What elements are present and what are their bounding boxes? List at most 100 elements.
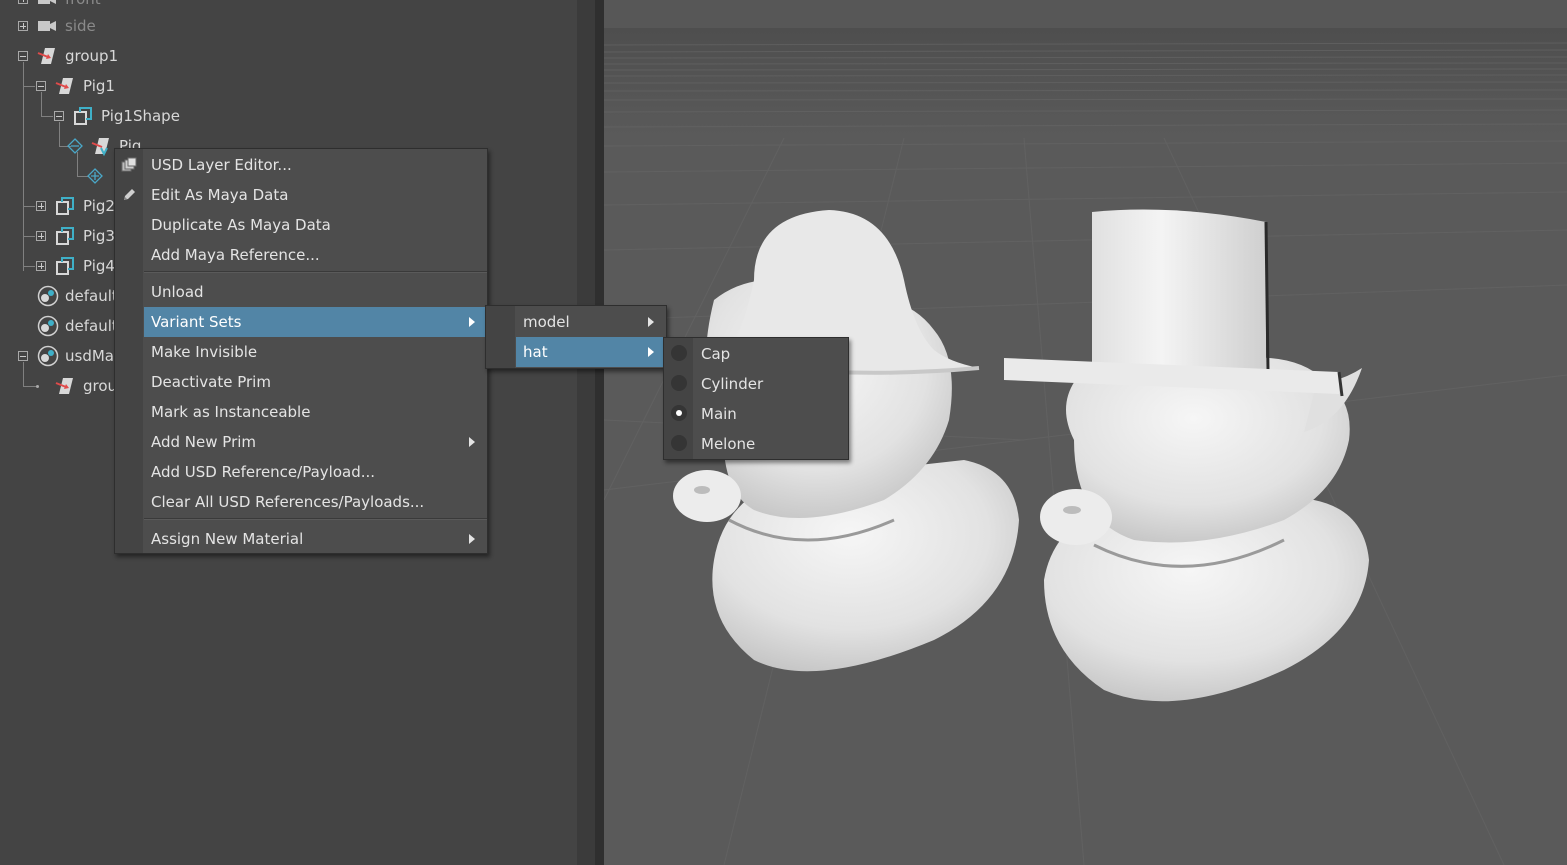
outliner-item-label: side: [65, 17, 96, 35]
usd-proxy-shape-icon: [56, 197, 74, 215]
submenu-arrow-icon: [469, 317, 475, 327]
menu-item-clear-all-usd-references[interactable]: Clear All USD References/Payloads...: [144, 487, 487, 517]
menu-item-variant-sets[interactable]: Variant Sets: [144, 307, 487, 337]
menu-icon-gutter: [115, 149, 143, 553]
variant-sets-submenu: model hat: [485, 305, 667, 369]
menu-item-label: Duplicate As Maya Data: [151, 216, 331, 234]
menu-item-label: Cap: [701, 345, 731, 363]
outliner-item-label: Pig2: [83, 197, 115, 215]
menu-item-label: Edit As Maya Data: [151, 186, 289, 204]
menu-item-deactivate-prim[interactable]: Deactivate Prim: [144, 367, 487, 397]
outliner-item-label: Pig3: [83, 227, 115, 245]
expand-icon[interactable]: [18, 0, 28, 4]
radio-selected-icon[interactable]: [671, 405, 687, 421]
radio-icon[interactable]: [671, 375, 687, 391]
collapse-icon[interactable]: [36, 81, 46, 91]
light-set-icon: [37, 285, 59, 307]
menu-item-assign-new-material[interactable]: Assign New Material: [144, 524, 487, 554]
outliner-item-side[interactable]: side: [0, 15, 200, 37]
panel-divider: [595, 0, 604, 865]
menu-item-label: USD Layer Editor...: [151, 156, 292, 174]
menu-icon-gutter: [486, 306, 515, 368]
menu-item-label: Variant Sets: [151, 313, 242, 331]
usd-transform-icon: [91, 138, 109, 156]
outliner-item-pig-child[interactable]: [0, 165, 120, 187]
outliner-item-label: Pig1: [83, 77, 115, 95]
usd-context-menu: USD Layer Editor... Edit As Maya Data Du…: [114, 148, 488, 554]
menu-item-label: Make Invisible: [151, 343, 258, 361]
layers-icon: [121, 157, 137, 172]
outliner-item-label: grou: [83, 377, 118, 395]
menu-item-hat-cylinder[interactable]: Cylinder: [694, 369, 848, 399]
submenu-arrow-icon: [469, 534, 475, 544]
outliner-item-label: default: [65, 287, 118, 305]
outliner-item-group1[interactable]: group1: [0, 45, 200, 67]
outliner-item-default-2[interactable]: default: [0, 315, 120, 337]
expand-icon[interactable]: [36, 231, 46, 241]
menu-item-hat-melone[interactable]: Melone: [694, 429, 848, 459]
menu-item-label: hat: [523, 343, 548, 361]
menu-item-add-maya-reference[interactable]: Add Maya Reference...: [144, 240, 487, 270]
menu-separator: [144, 271, 487, 273]
outliner-item-label: Pig4: [83, 257, 115, 275]
menu-item-edit-as-maya-data[interactable]: Edit As Maya Data: [144, 180, 487, 210]
menu-item-label: Add Maya Reference...: [151, 246, 320, 264]
menu-item-label: Main: [701, 405, 737, 423]
menu-separator: [144, 518, 487, 520]
radio-icon[interactable]: [671, 345, 687, 361]
collapse-icon[interactable]: [18, 51, 28, 61]
panel-splitter[interactable]: [577, 0, 595, 865]
menu-item-mark-as-instanceable[interactable]: Mark as Instanceable: [144, 397, 487, 427]
menu-item-label: Assign New Material: [151, 530, 304, 548]
menu-item-hat-cap[interactable]: Cap: [694, 339, 848, 369]
outliner-item-pig1shape[interactable]: Pig1Shape: [0, 105, 220, 127]
hat-variants-submenu: Cap Cylinder Main Melone: [663, 337, 849, 460]
expand-icon[interactable]: [36, 201, 46, 211]
menu-item-label: Add USD Reference/Payload...: [151, 463, 376, 481]
outliner-item-pig1[interactable]: Pig1: [0, 75, 200, 97]
diamond-expander-icon[interactable]: [87, 168, 103, 184]
menu-item-label: Unload: [151, 283, 204, 301]
expand-icon[interactable]: [18, 21, 28, 31]
menu-item-unload[interactable]: Unload: [144, 277, 487, 307]
transform-icon: [37, 48, 55, 64]
outliner-item-pig4[interactable]: Pig4: [0, 255, 120, 277]
outliner-item-grou[interactable]: grou: [0, 375, 120, 397]
light-set-icon: [37, 345, 59, 367]
outliner-item-usdma[interactable]: usdMa: [0, 345, 120, 367]
submenu-arrow-icon: [648, 347, 654, 357]
outliner-item-front[interactable]: front: [0, 0, 200, 10]
camera-icon: [38, 21, 56, 31]
menu-item-label: Add New Prim: [151, 433, 257, 451]
menu-item-add-usd-reference-payload[interactable]: Add USD Reference/Payload...: [144, 457, 487, 487]
submenu-arrow-icon: [469, 437, 475, 447]
menu-item-variant-hat[interactable]: hat: [516, 337, 666, 367]
outliner-item-pig3[interactable]: Pig3: [0, 225, 120, 247]
transform-icon: [55, 78, 73, 94]
menu-item-duplicate-as-maya-data[interactable]: Duplicate As Maya Data: [144, 210, 487, 240]
outliner-item-label: front: [65, 0, 101, 8]
usd-proxy-shape-icon: [56, 227, 74, 245]
light-set-icon: [37, 315, 59, 337]
outliner-item-label: Pig1Shape: [101, 107, 180, 125]
menu-item-add-new-prim[interactable]: Add New Prim: [144, 427, 487, 457]
menu-item-variant-model[interactable]: model: [516, 307, 666, 337]
pencil-icon: [124, 189, 135, 200]
menu-item-make-invisible[interactable]: Make Invisible: [144, 337, 487, 367]
menu-item-hat-main[interactable]: Main: [694, 399, 848, 429]
diamond-expander-icon[interactable]: [67, 138, 83, 154]
outliner-item-default-1[interactable]: default: [0, 285, 120, 307]
menu-item-label: Cylinder: [701, 375, 764, 393]
menu-item-label: Deactivate Prim: [151, 373, 271, 391]
tree-dot: [36, 385, 39, 388]
collapse-icon[interactable]: [54, 111, 64, 121]
menu-item-usd-layer-editor[interactable]: USD Layer Editor...: [144, 150, 487, 180]
menu-item-label: Clear All USD References/Payloads...: [151, 493, 425, 511]
expand-icon[interactable]: [36, 261, 46, 271]
outliner-item-label: usdMa: [65, 347, 114, 365]
radio-icon[interactable]: [671, 435, 687, 451]
outliner-item-pig2[interactable]: Pig2: [0, 195, 120, 217]
transform-icon: [55, 378, 73, 394]
collapse-icon[interactable]: [18, 351, 28, 361]
usd-proxy-shape-icon: [56, 257, 74, 275]
